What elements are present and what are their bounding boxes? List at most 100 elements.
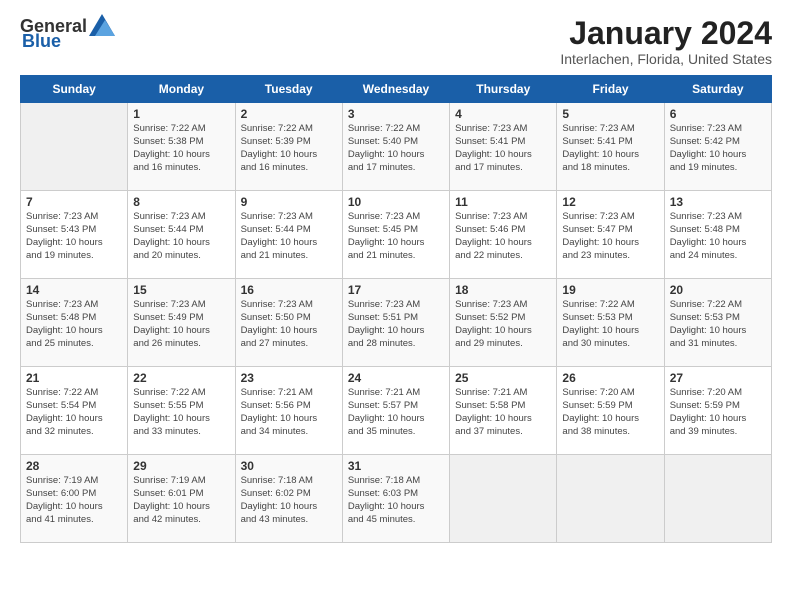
day-number: 17	[348, 283, 444, 297]
day-info: Sunrise: 7:21 AM Sunset: 5:57 PM Dayligh…	[348, 387, 444, 438]
calendar-cell: 13 Sunrise: 7:23 AM Sunset: 5:48 PM Dayli…	[664, 191, 771, 279]
calendar-week-4: 21 Sunrise: 7:22 AM Sunset: 5:54 PM Dayli…	[21, 367, 772, 455]
day-number: 21	[26, 371, 122, 385]
day-number: 10	[348, 195, 444, 209]
calendar-cell: 2 Sunrise: 7:22 AM Sunset: 5:39 PM Daylig…	[235, 103, 342, 191]
calendar-cell: 18 Sunrise: 7:23 AM Sunset: 5:52 PM Dayli…	[450, 279, 557, 367]
calendar-title: January 2024	[560, 16, 772, 51]
calendar-cell: 15 Sunrise: 7:23 AM Sunset: 5:49 PM Dayli…	[128, 279, 235, 367]
day-info: Sunrise: 7:22 AM Sunset: 5:40 PM Dayligh…	[348, 123, 444, 174]
calendar-cell: 27Sunrise: 7:20 AM Sunset: 5:59 PM Dayli…	[664, 367, 771, 455]
day-number: 28	[26, 459, 122, 473]
day-info: Sunrise: 7:23 AM Sunset: 5:48 PM Dayligh…	[26, 299, 122, 350]
weekday-header-sunday: Sunday	[21, 76, 128, 103]
page-header: General Blue January 2024 Interlachen, F…	[20, 16, 772, 67]
day-info: Sunrise: 7:23 AM Sunset: 5:52 PM Dayligh…	[455, 299, 551, 350]
calendar-cell: 24 Sunrise: 7:21 AM Sunset: 5:57 PM Dayli…	[342, 367, 449, 455]
day-number: 1	[133, 107, 229, 121]
calendar-cell: 11Sunrise: 7:23 AM Sunset: 5:46 PM Dayli…	[450, 191, 557, 279]
day-number: 31	[348, 459, 444, 473]
day-info: Sunrise: 7:22 AM Sunset: 5:39 PM Dayligh…	[241, 123, 337, 174]
day-info: Sunrise: 7:22 AM Sunset: 5:53 PM Dayligh…	[670, 299, 766, 350]
day-number: 16	[241, 283, 337, 297]
day-number: 15	[133, 283, 229, 297]
day-info: Sunrise: 7:21 AM Sunset: 5:56 PM Dayligh…	[241, 387, 337, 438]
day-number: 8	[133, 195, 229, 209]
day-number: 7	[26, 195, 122, 209]
calendar-cell: 21 Sunrise: 7:22 AM Sunset: 5:54 PM Dayli…	[21, 367, 128, 455]
calendar-cell: 1 Sunrise: 7:22 AM Sunset: 5:38 PM Daylig…	[128, 103, 235, 191]
weekday-header-friday: Friday	[557, 76, 664, 103]
day-number: 20	[670, 283, 766, 297]
day-info: Sunrise: 7:23 AM Sunset: 5:50 PM Dayligh…	[241, 299, 337, 350]
day-number: 3	[348, 107, 444, 121]
calendar-cell: 10Sunrise: 7:23 AM Sunset: 5:45 PM Dayli…	[342, 191, 449, 279]
calendar-week-5: 28 Sunrise: 7:19 AM Sunset: 6:00 PM Dayli…	[21, 455, 772, 543]
day-number: 12	[562, 195, 658, 209]
day-number: 24	[348, 371, 444, 385]
day-number: 27	[670, 371, 766, 385]
calendar-cell: 6Sunrise: 7:23 AM Sunset: 5:42 PM Daylig…	[664, 103, 771, 191]
calendar-cell: 28 Sunrise: 7:19 AM Sunset: 6:00 PM Dayli…	[21, 455, 128, 543]
day-number: 30	[241, 459, 337, 473]
day-info: Sunrise: 7:22 AM Sunset: 5:53 PM Dayligh…	[562, 299, 658, 350]
day-info: Sunrise: 7:23 AM Sunset: 5:47 PM Dayligh…	[562, 211, 658, 262]
day-number: 29	[133, 459, 229, 473]
day-number: 22	[133, 371, 229, 385]
weekday-header-row: SundayMondayTuesdayWednesdayThursdayFrid…	[21, 76, 772, 103]
day-info: Sunrise: 7:18 AM Sunset: 6:02 PM Dayligh…	[241, 475, 337, 526]
calendar-week-1: 1 Sunrise: 7:22 AM Sunset: 5:38 PM Daylig…	[21, 103, 772, 191]
calendar-cell: 7Sunrise: 7:23 AM Sunset: 5:43 PM Daylig…	[21, 191, 128, 279]
page-container: General Blue January 2024 Interlachen, F…	[20, 16, 772, 543]
day-info: Sunrise: 7:22 AM Sunset: 5:38 PM Dayligh…	[133, 123, 229, 174]
weekday-header-tuesday: Tuesday	[235, 76, 342, 103]
calendar-cell: 22 Sunrise: 7:22 AM Sunset: 5:55 PM Dayli…	[128, 367, 235, 455]
calendar-cell: 17Sunrise: 7:23 AM Sunset: 5:51 PM Dayli…	[342, 279, 449, 367]
day-number: 26	[562, 371, 658, 385]
logo-blue-text: Blue	[22, 31, 61, 52]
calendar-cell	[21, 103, 128, 191]
day-number: 18	[455, 283, 551, 297]
calendar-subtitle: Interlachen, Florida, United States	[560, 51, 772, 67]
day-info: Sunrise: 7:22 AM Sunset: 5:55 PM Dayligh…	[133, 387, 229, 438]
calendar-cell: 30 Sunrise: 7:18 AM Sunset: 6:02 PM Dayli…	[235, 455, 342, 543]
day-info: Sunrise: 7:18 AM Sunset: 6:03 PM Dayligh…	[348, 475, 444, 526]
weekday-header-thursday: Thursday	[450, 76, 557, 103]
calendar-week-2: 7Sunrise: 7:23 AM Sunset: 5:43 PM Daylig…	[21, 191, 772, 279]
calendar-cell: 9 Sunrise: 7:23 AM Sunset: 5:44 PM Daylig…	[235, 191, 342, 279]
calendar-cell: 31 Sunrise: 7:18 AM Sunset: 6:03 PM Dayli…	[342, 455, 449, 543]
day-info: Sunrise: 7:23 AM Sunset: 5:44 PM Dayligh…	[133, 211, 229, 262]
day-info: Sunrise: 7:22 AM Sunset: 5:54 PM Dayligh…	[26, 387, 122, 438]
day-info: Sunrise: 7:23 AM Sunset: 5:48 PM Dayligh…	[670, 211, 766, 262]
day-info: Sunrise: 7:21 AM Sunset: 5:58 PM Dayligh…	[455, 387, 551, 438]
day-number: 5	[562, 107, 658, 121]
calendar-cell: 12 Sunrise: 7:23 AM Sunset: 5:47 PM Dayli…	[557, 191, 664, 279]
title-block: January 2024 Interlachen, Florida, Unite…	[560, 16, 772, 67]
day-info: Sunrise: 7:23 AM Sunset: 5:44 PM Dayligh…	[241, 211, 337, 262]
calendar-cell: 20 Sunrise: 7:22 AM Sunset: 5:53 PM Dayli…	[664, 279, 771, 367]
day-number: 2	[241, 107, 337, 121]
calendar-week-3: 14Sunrise: 7:23 AM Sunset: 5:48 PM Dayli…	[21, 279, 772, 367]
day-number: 4	[455, 107, 551, 121]
calendar-cell: 26Sunrise: 7:20 AM Sunset: 5:59 PM Dayli…	[557, 367, 664, 455]
day-number: 23	[241, 371, 337, 385]
day-number: 6	[670, 107, 766, 121]
weekday-header-saturday: Saturday	[664, 76, 771, 103]
day-number: 11	[455, 195, 551, 209]
day-info: Sunrise: 7:23 AM Sunset: 5:41 PM Dayligh…	[562, 123, 658, 174]
calendar-cell: 4Sunrise: 7:23 AM Sunset: 5:41 PM Daylig…	[450, 103, 557, 191]
day-number: 9	[241, 195, 337, 209]
logo-icon	[89, 14, 115, 36]
weekday-header-monday: Monday	[128, 76, 235, 103]
day-number: 13	[670, 195, 766, 209]
day-info: Sunrise: 7:19 AM Sunset: 6:01 PM Dayligh…	[133, 475, 229, 526]
calendar-cell: 5 Sunrise: 7:23 AM Sunset: 5:41 PM Daylig…	[557, 103, 664, 191]
day-info: Sunrise: 7:19 AM Sunset: 6:00 PM Dayligh…	[26, 475, 122, 526]
calendar-body: 1 Sunrise: 7:22 AM Sunset: 5:38 PM Daylig…	[21, 103, 772, 543]
day-info: Sunrise: 7:23 AM Sunset: 5:49 PM Dayligh…	[133, 299, 229, 350]
weekday-header-wednesday: Wednesday	[342, 76, 449, 103]
day-number: 19	[562, 283, 658, 297]
calendar-cell: 19 Sunrise: 7:22 AM Sunset: 5:53 PM Dayli…	[557, 279, 664, 367]
calendar-cell	[664, 455, 771, 543]
day-number: 25	[455, 371, 551, 385]
